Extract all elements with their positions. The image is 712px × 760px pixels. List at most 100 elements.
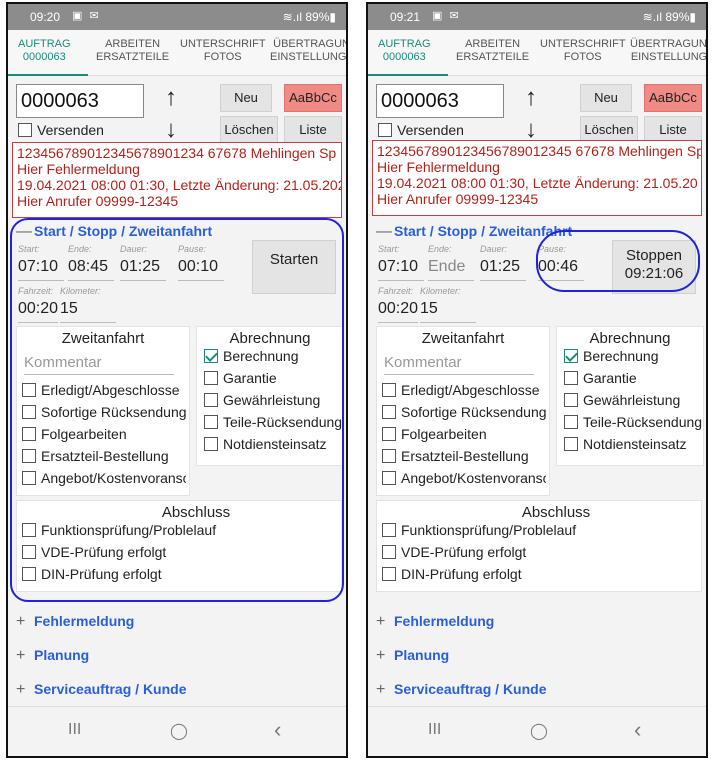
checkbox-billing-3[interactable]: Teile-Rücksendung xyxy=(204,414,342,430)
start-label: Start: xyxy=(18,244,40,254)
list-button[interactable]: Liste xyxy=(284,116,342,144)
section-start-stop[interactable]: — Start / Stopp / Zweitanfahrt xyxy=(376,223,572,241)
tab-sublabel: EINSTELLUNGE xyxy=(630,51,708,63)
drive-time-field[interactable]: 00:20 xyxy=(18,300,58,318)
tab-2[interactable]: UNTERSCHRIFT FOTOS xyxy=(180,38,266,64)
checkbox-second-trip-0[interactable]: Erledigt/Abgeschlosse xyxy=(22,382,186,398)
checkbox-closing-0[interactable]: Funktionsprüfung/Problelauf xyxy=(22,522,216,538)
checkbox-second-trip-1[interactable]: Sofortige Rücksendung xyxy=(382,404,546,420)
section-collapsed-2[interactable]: + Serviceauftrag / Kunde xyxy=(16,681,187,699)
pause-label: Pause: xyxy=(178,244,207,254)
start-button[interactable]: Starten xyxy=(252,240,336,294)
comment-input[interactable]: Kommentar xyxy=(384,354,462,371)
tab-bar: AUFTRAG 0000063 ARBEITEN ERSATZTEILE UNT… xyxy=(368,30,706,76)
tab-1[interactable]: ARBEITEN ERSATZTEILE xyxy=(456,38,529,64)
checkbox-second-trip-1[interactable]: Sofortige Rücksendung xyxy=(22,404,186,420)
home-icon[interactable]: ◯ xyxy=(530,721,548,741)
tab-sublabel: 0000063 xyxy=(22,51,66,63)
checkbox-icon xyxy=(382,449,396,463)
duration-time-field[interactable]: 01:25 xyxy=(120,258,160,276)
checkbox-label: Teile-Rücksendung xyxy=(583,414,702,430)
section-collapsed-2[interactable]: + Serviceauftrag / Kunde xyxy=(376,681,547,699)
checkbox-closing-2[interactable]: DIN-Prüfung erfolgt xyxy=(22,566,162,582)
checkbox-closing-1[interactable]: VDE-Prüfung erfolgt xyxy=(22,544,166,560)
checkbox-label: Ersatzteil-Bestellung xyxy=(41,448,169,464)
field-underline xyxy=(24,374,174,375)
tab-0[interactable]: AUFTRAG 0000063 xyxy=(378,38,431,64)
tab-0[interactable]: AUFTRAG 0000063 xyxy=(18,38,71,64)
tab-3[interactable]: ÜBERTRAGUNG EINSTELLUNGEN xyxy=(270,38,346,64)
recent-apps-icon[interactable]: III xyxy=(428,721,441,739)
checkbox-label: DIN-Prüfung erfolgt xyxy=(41,566,162,582)
checkbox-closing-2[interactable]: DIN-Prüfung erfolgt xyxy=(382,566,522,582)
send-checkbox[interactable]: Versenden xyxy=(18,122,104,138)
tab-1[interactable]: ARBEITEN ERSATZTEILE xyxy=(96,38,169,64)
checkbox-second-trip-2[interactable]: Folgearbeiten xyxy=(382,426,546,442)
order-number-input[interactable] xyxy=(376,84,504,118)
checkbox-second-trip-3[interactable]: Ersatzteil-Bestellung xyxy=(382,448,546,464)
tab-label: AUFTRAG xyxy=(378,38,431,50)
back-icon[interactable]: ‹ xyxy=(634,717,641,743)
field-underline xyxy=(68,280,114,281)
km-field[interactable]: 15 xyxy=(60,300,78,318)
delete-button[interactable]: Löschen xyxy=(220,116,278,144)
tab-3[interactable]: ÜBERTRAGUNG EINSTELLUNGE xyxy=(630,38,708,64)
checkbox-billing-0[interactable]: Berechnung xyxy=(204,348,342,364)
checkbox-icon xyxy=(22,383,36,397)
order-number-input[interactable] xyxy=(16,84,144,118)
checkbox-icon xyxy=(564,437,578,451)
pause-time-field[interactable]: 00:10 xyxy=(178,258,218,276)
tab-2[interactable]: UNTERSCHRIFT FOTOS xyxy=(540,38,626,64)
section-collapsed-0[interactable]: + Fehlermeldung xyxy=(376,613,494,631)
checkbox-billing-4[interactable]: Notdiensteinsatz xyxy=(564,436,702,452)
checkbox-billing-2[interactable]: Gewährleistung xyxy=(204,392,342,408)
style-button[interactable]: AaBbCc xyxy=(644,84,702,112)
checkbox-label: Sofortige Rücksendung xyxy=(41,404,186,420)
checkbox-second-trip-0[interactable]: Erledigt/Abgeschlosse xyxy=(382,382,546,398)
checkbox-billing-1[interactable]: Garantie xyxy=(564,370,702,386)
checkbox-icon xyxy=(382,523,396,537)
home-icon[interactable]: ◯ xyxy=(170,721,188,741)
checkbox-billing-4[interactable]: Notdiensteinsatz xyxy=(204,436,342,452)
tab-label: ARBEITEN xyxy=(105,38,161,50)
pause-time-field[interactable]: 00:46 xyxy=(538,258,578,276)
new-button[interactable]: Neu xyxy=(220,84,272,112)
running-time: 09:21:06 xyxy=(624,265,684,282)
end-time-field[interactable]: Ende xyxy=(428,258,465,276)
section-collapsed-0[interactable]: + Fehlermeldung xyxy=(16,613,134,631)
checkbox-billing-0[interactable]: Berechnung xyxy=(564,348,702,364)
send-checkbox[interactable]: Versenden xyxy=(378,122,464,138)
checkbox-label: Notdiensteinsatz xyxy=(583,436,687,452)
checkbox-billing-1[interactable]: Garantie xyxy=(204,370,342,386)
start-time-field[interactable]: 07:10 xyxy=(18,258,58,276)
checkbox-second-trip-4[interactable]: Angebot/Kostenvoranschl xyxy=(22,470,186,486)
duration-time-field[interactable]: 01:25 xyxy=(480,258,520,276)
drive-time-field[interactable]: 00:20 xyxy=(378,300,418,318)
duration-label: Dauer: xyxy=(480,244,508,254)
comment-input[interactable]: Kommentar xyxy=(24,354,102,371)
status-bar: 09:20 ▣ ✉ ≋.ıl 89%▮ xyxy=(8,4,346,30)
tab-label: AUFTRAG xyxy=(18,38,71,50)
section-collapsed-1[interactable]: + Planung xyxy=(16,647,89,665)
section-collapsed-1[interactable]: + Planung xyxy=(376,647,449,665)
sort-up-icon[interactable]: ↑ xyxy=(156,84,186,114)
checkbox-billing-3[interactable]: Teile-Rücksendung xyxy=(564,414,702,430)
start-time-field[interactable]: 07:10 xyxy=(378,258,418,276)
checkbox-billing-2[interactable]: Gewährleistung xyxy=(564,392,702,408)
checkbox-closing-0[interactable]: Funktionsprüfung/Problelauf xyxy=(382,522,576,538)
km-field[interactable]: 15 xyxy=(420,300,438,318)
end-time-field[interactable]: 08:45 xyxy=(68,258,108,276)
checkbox-closing-1[interactable]: VDE-Prüfung erfolgt xyxy=(382,544,526,560)
checkbox-second-trip-4[interactable]: Angebot/Kostenvoranschl xyxy=(382,470,546,486)
back-icon[interactable]: ‹ xyxy=(274,717,281,743)
checkbox-second-trip-2[interactable]: Folgearbeiten xyxy=(22,426,186,442)
style-button[interactable]: AaBbCc xyxy=(284,84,342,112)
checkbox-label: Teile-Rücksendung xyxy=(223,414,342,430)
checkbox-second-trip-3[interactable]: Ersatzteil-Bestellung xyxy=(22,448,186,464)
section-start-stop[interactable]: — Start / Stopp / Zweitanfahrt xyxy=(16,223,212,241)
stop-button[interactable]: Stoppen 09:21:06 xyxy=(612,240,696,294)
sort-up-icon[interactable]: ↑ xyxy=(516,84,546,114)
recent-apps-icon[interactable]: III xyxy=(68,721,81,739)
new-button[interactable]: Neu xyxy=(580,84,632,112)
checkbox-icon xyxy=(204,393,218,407)
